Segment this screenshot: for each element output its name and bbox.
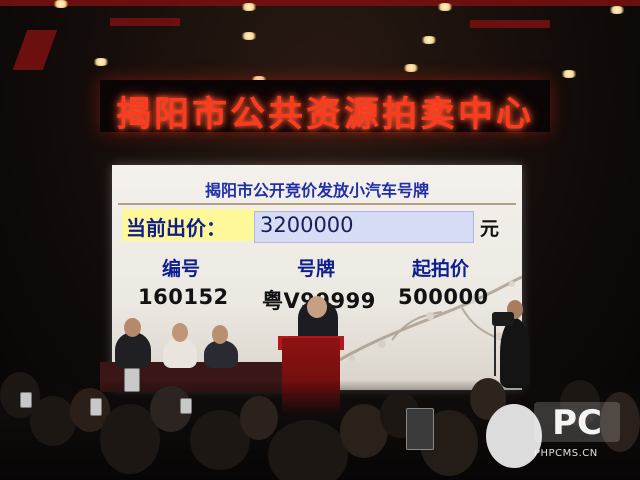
current-bid-unit: 元 <box>480 218 500 240</box>
current-bid-label: 当前出价： <box>126 216 226 240</box>
ceiling-light <box>436 3 454 11</box>
phpcms-logo-icon: PC <box>534 402 620 443</box>
current-bid-value: 3200000 <box>260 213 354 237</box>
audience-head <box>240 396 278 440</box>
starting-price-header: 起拍价 <box>412 258 470 280</box>
ceiling-light <box>240 3 258 11</box>
led-sign-text: 揭阳市公共资源拍卖中心 <box>115 95 534 135</box>
plate-header: 号牌 <box>297 258 336 280</box>
ceiling-trim <box>470 20 550 28</box>
screen-title: 揭阳市公开竞价发放小汽车号牌 <box>204 181 429 200</box>
ceiling-trim <box>110 18 180 26</box>
ceiling-trim <box>12 30 58 70</box>
ceiling-light <box>608 6 626 14</box>
official-head <box>172 323 188 342</box>
video-camera <box>492 312 514 326</box>
camera-tripod <box>494 326 496 376</box>
audience-head <box>30 396 76 446</box>
camera-operator <box>500 318 530 388</box>
raised-phone <box>20 392 32 408</box>
raised-phone <box>180 398 192 414</box>
ceiling-light <box>240 32 258 40</box>
official-person <box>204 340 238 368</box>
ceiling-trim <box>0 0 640 6</box>
auction-hall-photo: 揭阳市公共资源拍卖中心 揭阳市公开竞价发放小汽车号牌 当前出价： 3200000… <box>0 0 640 480</box>
lot-number-header: 编号 <box>162 258 201 280</box>
led-sign-board: 揭阳市公共资源拍卖中心 <box>100 80 550 135</box>
raised-phone <box>406 408 434 450</box>
ceiling-light <box>560 70 578 78</box>
ceiling-light <box>420 36 438 44</box>
title-divider <box>118 203 516 205</box>
ceiling-light <box>52 0 70 8</box>
official-person <box>115 332 151 368</box>
official-head <box>212 325 228 344</box>
ceiling-light <box>92 58 110 66</box>
watermark-site-text: PHPCMS.CN <box>534 448 598 459</box>
raised-phone <box>90 398 102 416</box>
auctioneer-head <box>307 296 327 318</box>
starting-price-value: 500000 <box>398 285 489 309</box>
official-head <box>124 318 141 337</box>
official-person <box>163 338 197 368</box>
ceiling-light <box>402 64 420 72</box>
raised-phone <box>124 368 140 392</box>
watermark-logo-text: PC <box>552 403 602 443</box>
lot-number-value: 160152 <box>138 285 229 309</box>
